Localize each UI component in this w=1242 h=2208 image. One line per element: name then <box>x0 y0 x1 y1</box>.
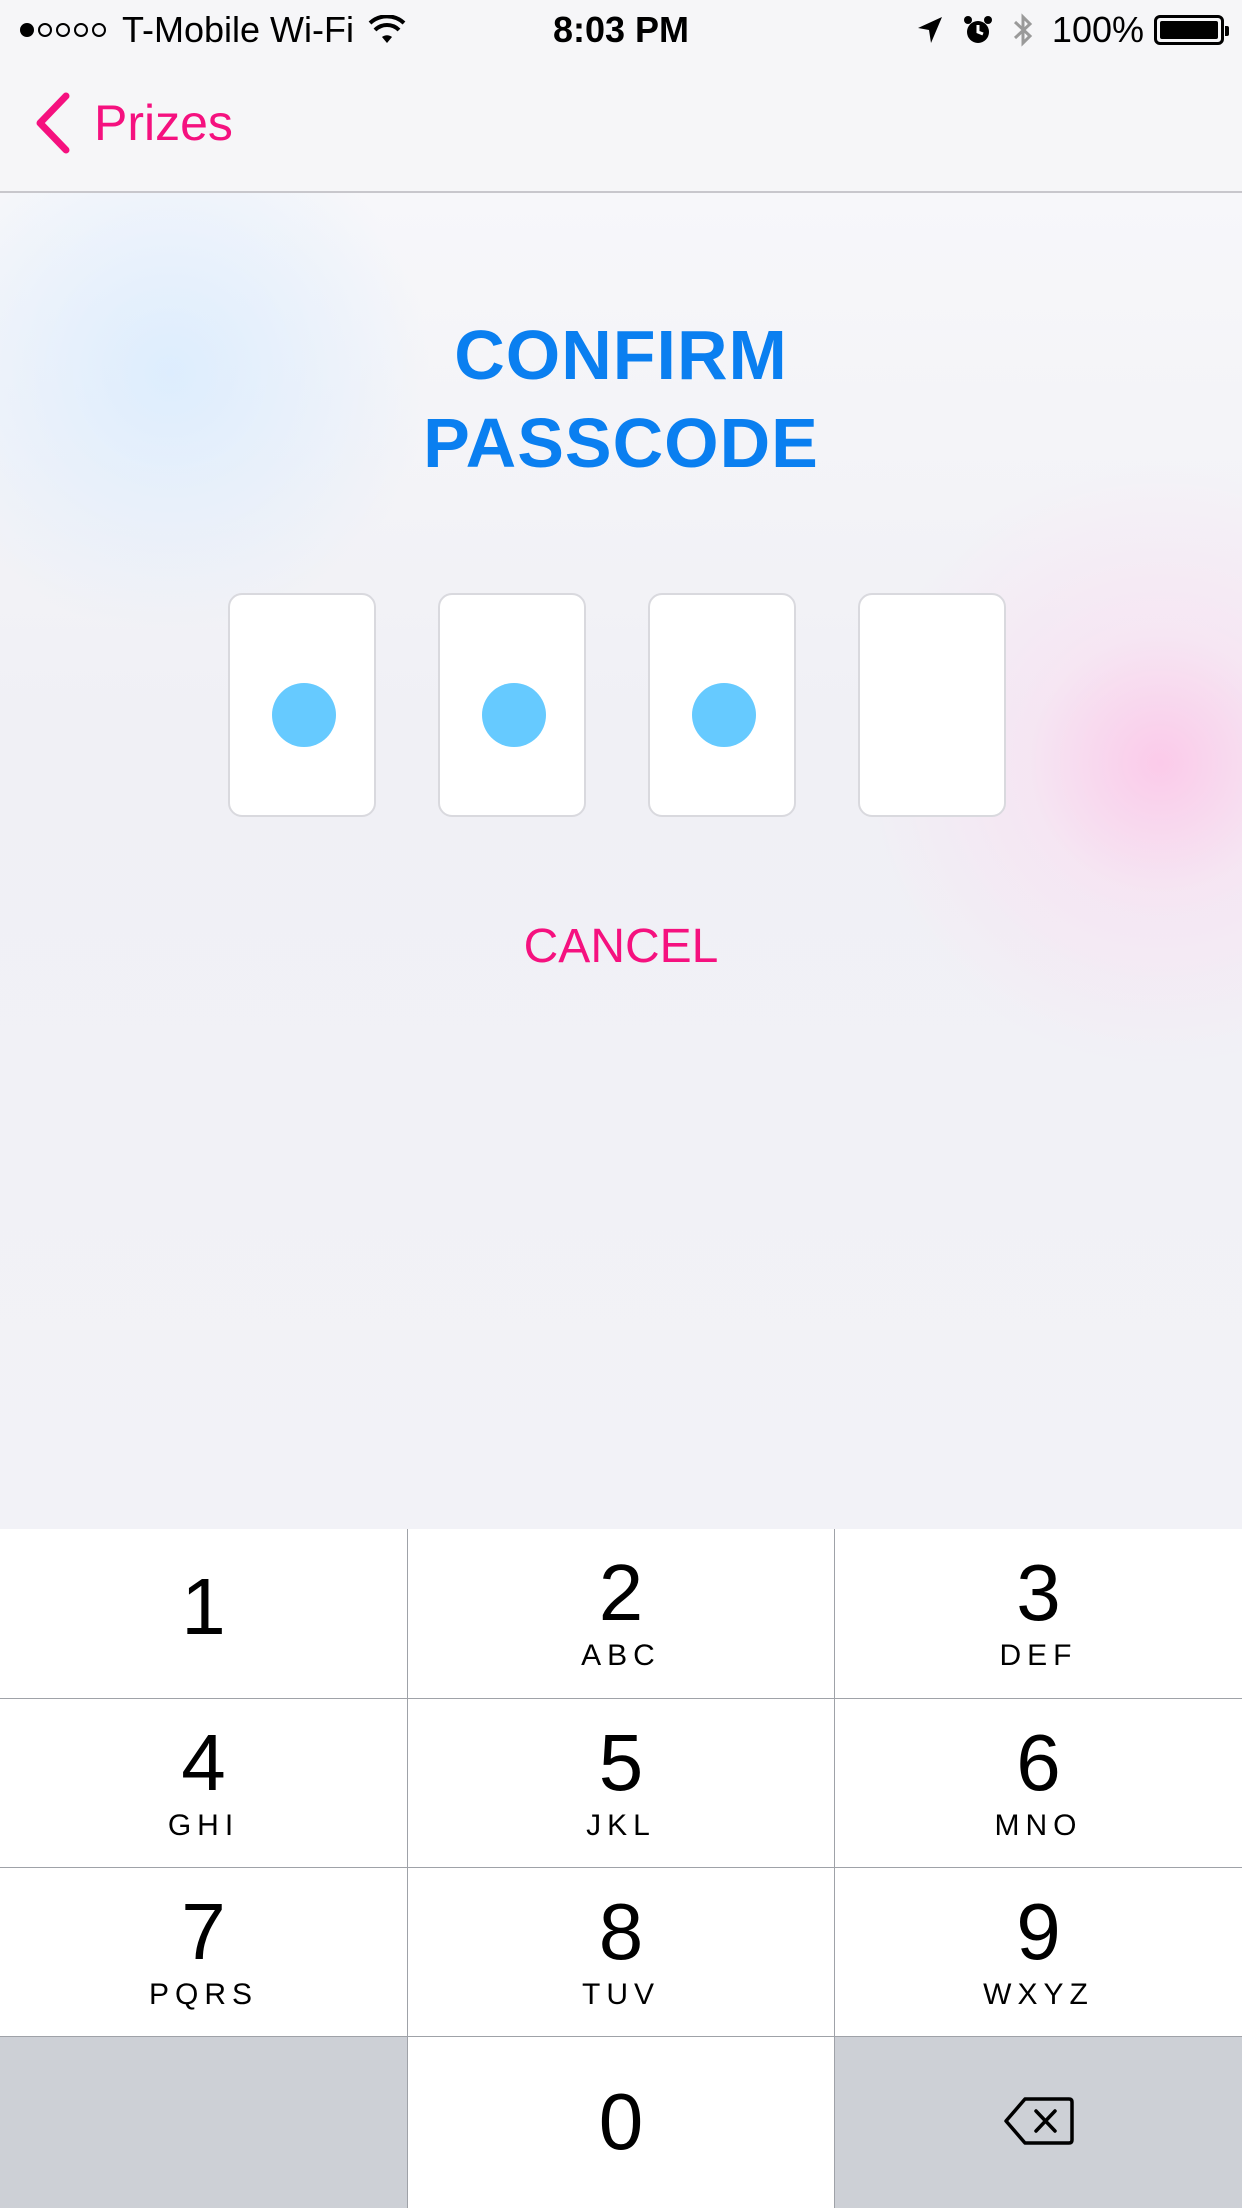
keypad-divider <box>0 1867 1242 1868</box>
key-letters: MNO <box>994 1809 1083 1842</box>
bluetooth-icon <box>1013 13 1033 47</box>
title-line-1: CONFIRM <box>454 316 788 394</box>
key-letters: WXYZ <box>983 1978 1094 2011</box>
key-letters: JKL <box>586 1809 656 1842</box>
battery-fill <box>1160 21 1218 39</box>
passcode-filled-dot <box>692 683 756 747</box>
key-letters: DEF <box>999 1639 1078 1672</box>
keypad-divider <box>834 1529 835 2208</box>
status-right: 100% <box>898 8 1229 52</box>
key-digit: 8 <box>598 1887 644 1976</box>
page-title: CONFIRM PASSCODE <box>0 311 1242 487</box>
title-line-2: PASSCODE <box>423 404 819 482</box>
backspace-icon <box>1004 2097 1074 2145</box>
key-letters: ABC <box>581 1639 661 1672</box>
passcode-digit-box <box>438 593 586 817</box>
key-letters: GHI <box>167 1809 240 1842</box>
location-arrow-icon <box>917 17 942 43</box>
key-digit: 5 <box>598 1718 644 1807</box>
numeric-keypad: 1 2 ABC 3 DEF 4 GHI 5 JKL 6 MNO 7 PQRS 8 TUV 9W… <box>0 1529 1242 2208</box>
key-4[interactable]: 4 GHI <box>0 1699 407 1867</box>
battery-percentage: 100% <box>1051 9 1144 50</box>
key-digit: 9 <box>1016 1887 1061 1976</box>
key-9[interactable]: 9 WXYZ <box>835 1868 1242 2036</box>
keypad-divider <box>0 1698 1242 1699</box>
battery-icon <box>1154 15 1229 45</box>
key-digit: 1 <box>181 1562 226 1651</box>
key-5[interactable]: 5 JKL <box>408 1699 834 1867</box>
key-6[interactable]: 6 MNO <box>835 1699 1242 1867</box>
delete-key[interactable] <box>835 2037 1242 2208</box>
passcode-filled-dot <box>272 683 336 747</box>
navigation-bar: Prizes <box>0 60 1242 193</box>
cancel-button[interactable]: CANCEL <box>0 919 1242 974</box>
key-3[interactable]: 3 DEF <box>835 1529 1242 1698</box>
passcode-digit-box <box>858 593 1006 817</box>
key-digit: 7 <box>181 1887 226 1976</box>
keypad-divider <box>0 2036 1242 2037</box>
key-8[interactable]: 8 TUV <box>408 1868 834 2036</box>
key-blank <box>0 2037 407 2208</box>
key-digit: 0 <box>598 2077 644 2166</box>
key-letters: PQRS <box>148 1978 259 2011</box>
key-digit: 6 <box>1016 1718 1061 1807</box>
key-7[interactable]: 7 PQRS <box>0 1868 407 2036</box>
passcode-digit-box <box>648 593 796 817</box>
status-bar: T-Mobile Wi-Fi 8:03 PM 100% <box>0 0 1242 60</box>
chevron-left-icon <box>36 92 70 154</box>
key-0[interactable]: 0 <box>408 2037 834 2208</box>
passcode-field[interactable] <box>228 593 1008 819</box>
alarm-icon <box>963 16 992 43</box>
key-1[interactable]: 1 <box>0 1529 407 1698</box>
passcode-filled-dot <box>482 683 546 747</box>
key-letters: TUV <box>582 1978 660 2011</box>
key-digit: 4 <box>181 1718 226 1807</box>
key-digit: 3 <box>1016 1548 1061 1637</box>
back-button[interactable]: Prizes <box>32 92 233 154</box>
key-digit: 2 <box>598 1548 644 1637</box>
passcode-screen: CONFIRM PASSCODE CANCEL <box>0 193 1242 1529</box>
key-2[interactable]: 2 ABC <box>408 1529 834 1698</box>
passcode-digit-box <box>228 593 376 817</box>
back-button-label: Prizes <box>94 95 233 151</box>
keypad-divider <box>407 1529 408 2208</box>
